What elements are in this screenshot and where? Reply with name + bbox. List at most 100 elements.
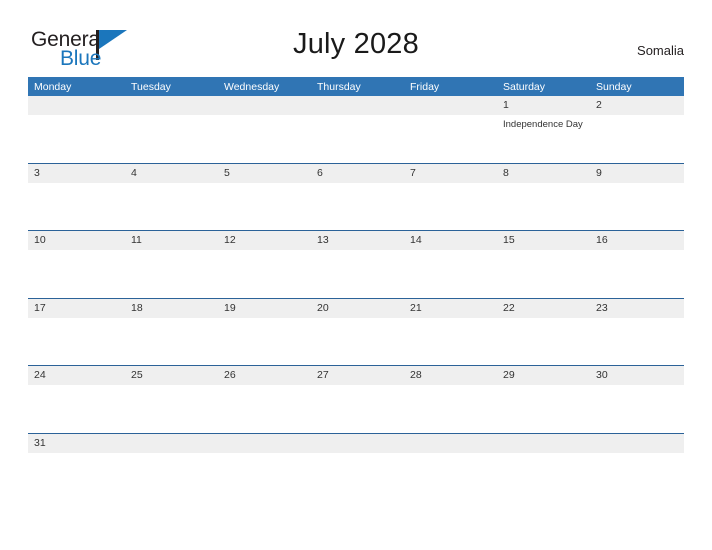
week-date-band: 24 25 26 27 28 29 30 [28, 366, 684, 386]
week-date-band: 31 [28, 433, 684, 453]
day-cell-25[interactable]: 25 [125, 366, 218, 385]
weekday-header-thursday: Thursday [317, 80, 361, 93]
day-cell-31[interactable]: 31 [28, 434, 125, 453]
day-cell-18[interactable]: 18 [125, 299, 218, 318]
day-cell-24[interactable]: 24 [28, 366, 125, 385]
day-number: 18 [131, 301, 143, 314]
day-cell-27[interactable]: 27 [311, 366, 404, 385]
day-number: 26 [224, 369, 236, 382]
day-cell-empty[interactable] [218, 96, 311, 115]
day-cell-4[interactable]: 4 [125, 164, 218, 183]
day-number: 2 [596, 99, 602, 111]
day-events-22 [497, 318, 590, 365]
weekday-header-saturday: Saturday [503, 80, 546, 93]
day-cell-10[interactable]: 10 [28, 231, 125, 250]
day-cell-7[interactable]: 7 [404, 164, 497, 183]
day-number: 16 [596, 234, 608, 247]
day-events-8 [497, 183, 590, 230]
day-cell-empty[interactable] [311, 434, 404, 453]
day-number: 15 [503, 234, 515, 247]
page-title: July 2028 [293, 28, 419, 60]
day-number: 25 [131, 369, 143, 382]
day-events-30 [590, 385, 684, 432]
day-events-13 [311, 250, 404, 297]
day-events-1: Independence Day [497, 115, 590, 162]
week-date-band: 3 4 5 6 7 8 9 [28, 163, 684, 183]
day-cell-empty[interactable] [590, 434, 684, 453]
week-events-layer: Independence Day [28, 115, 684, 162]
day-cell-23[interactable]: 23 [590, 299, 684, 318]
day-events-3 [28, 183, 125, 230]
day-number: 3 [34, 166, 40, 179]
day-cell-8[interactable]: 8 [497, 164, 590, 183]
week-events-layer [28, 250, 684, 297]
day-events-14 [404, 250, 497, 297]
day-events-empty [125, 453, 218, 500]
day-cell-9[interactable]: 9 [590, 164, 684, 183]
calendar-week-row: 31 [28, 432, 684, 501]
day-number: 4 [131, 166, 137, 179]
day-events-18 [125, 318, 218, 365]
day-cell-empty[interactable] [125, 96, 218, 115]
day-cell-empty[interactable] [404, 434, 497, 453]
day-cell-20[interactable]: 20 [311, 299, 404, 318]
day-cell-empty[interactable] [28, 96, 125, 115]
day-cell-29[interactable]: 29 [497, 366, 590, 385]
day-events-2 [590, 115, 684, 162]
day-cell-6[interactable]: 6 [311, 164, 404, 183]
day-events-20 [311, 318, 404, 365]
day-events-7 [404, 183, 497, 230]
calendar-week-row: 10 11 12 13 14 15 16 [28, 230, 684, 298]
day-cell-2[interactable]: 2 [590, 96, 684, 115]
calendar-week-row: 3 4 5 6 7 8 9 [28, 162, 684, 231]
day-cell-empty[interactable] [125, 434, 218, 453]
day-events-empty [311, 453, 404, 500]
calendar-week-row: 24 25 26 27 28 29 30 [28, 365, 684, 433]
week-date-band: 10 11 12 13 14 15 16 [28, 231, 684, 251]
day-cell-26[interactable]: 26 [218, 366, 311, 385]
day-number: 1 [503, 99, 509, 111]
day-cell-11[interactable]: 11 [125, 231, 218, 250]
day-cell-17[interactable]: 17 [28, 299, 125, 318]
day-cell-21[interactable]: 21 [404, 299, 497, 318]
day-events-11 [125, 250, 218, 297]
day-events-10 [28, 250, 125, 297]
day-cell-3[interactable]: 3 [28, 164, 125, 183]
day-cell-14[interactable]: 14 [404, 231, 497, 250]
day-number: 27 [317, 369, 329, 382]
week-events-layer [28, 318, 684, 365]
day-cell-30[interactable]: 30 [590, 366, 684, 385]
day-number: 12 [224, 234, 236, 247]
calendar-week-row: 17 18 19 20 21 22 23 [28, 297, 684, 366]
day-number: 17 [34, 301, 46, 314]
day-events-19 [218, 318, 311, 365]
day-events-25 [125, 385, 218, 432]
day-cell-empty[interactable] [218, 434, 311, 453]
day-number: 11 [131, 234, 142, 247]
day-cell-19[interactable]: 19 [218, 299, 311, 318]
day-cell-5[interactable]: 5 [218, 164, 311, 183]
day-events-24 [28, 385, 125, 432]
day-events-empty [404, 115, 497, 162]
day-cell-22[interactable]: 22 [497, 299, 590, 318]
day-number: 10 [34, 234, 46, 247]
day-events-empty [311, 115, 404, 162]
day-cell-12[interactable]: 12 [218, 231, 311, 250]
calendar-weeks: 1 2 Independence Day 3 4 5 6 7 8 9 10 11 12 13 14 15 16 1… [28, 96, 684, 501]
day-cell-15[interactable]: 15 [497, 231, 590, 250]
weekday-header-wednesday: Wednesday [224, 80, 280, 93]
week-events-layer [28, 385, 684, 432]
page-header: General Blue July 2028 Somalia [0, 0, 712, 76]
day-cell-empty[interactable] [404, 96, 497, 115]
day-cell-28[interactable]: 28 [404, 366, 497, 385]
day-cell-empty[interactable] [497, 434, 590, 453]
day-cell-16[interactable]: 16 [590, 231, 684, 250]
day-cell-empty[interactable] [311, 96, 404, 115]
day-cell-13[interactable]: 13 [311, 231, 404, 250]
weekday-header-sunday: Sunday [596, 80, 632, 93]
weekday-header-friday: Friday [410, 80, 440, 93]
day-number: 7 [410, 166, 416, 179]
day-events-17 [28, 318, 125, 365]
holiday-label: Independence Day [503, 119, 583, 130]
day-cell-1[interactable]: 1 [497, 96, 590, 115]
